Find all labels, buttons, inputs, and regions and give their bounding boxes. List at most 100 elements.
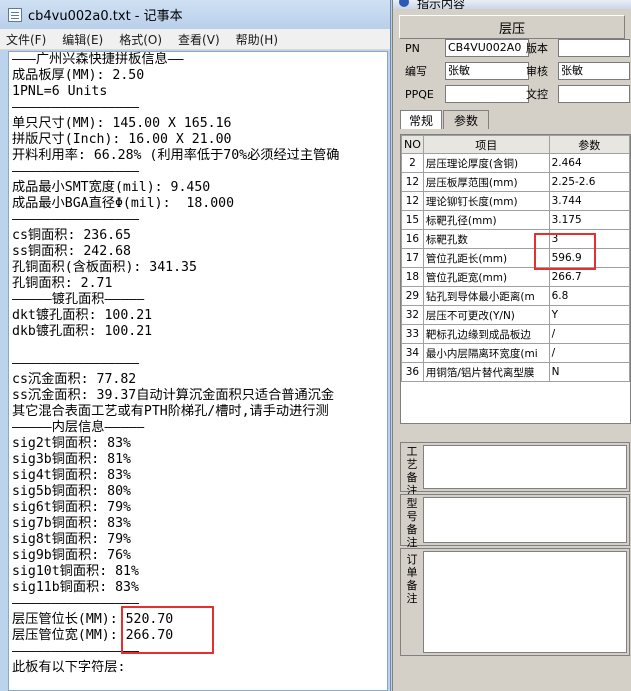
cell-param[interactable]: 3.175 [548,210,630,230]
text-line: ss铜面积: 242.68 [12,244,131,259]
text-line: 单只尺寸(MM): 145.00 X 165.16 [12,116,232,131]
cell-item[interactable]: 管位孔距长(mm) [422,248,550,268]
col-no[interactable]: NO [401,135,424,154]
cell-item[interactable]: 层压不可更改(Y/N) [422,305,550,325]
cell-item[interactable]: 层压理论厚度(含铜) [422,153,550,173]
order-note-block: 订单备注 [400,548,630,656]
text-line: —————镀孔面积————— [12,292,145,307]
cell-param[interactable]: N [548,362,630,382]
cell-param[interactable]: 3.744 [548,191,630,211]
table-row[interactable]: 12 理论铆钉长度(mm) 3.744 [401,191,630,211]
cell-param[interactable]: 266.7 [548,267,630,287]
cell-no[interactable]: 33 [401,324,424,344]
menu-format[interactable]: 格式(O) [119,31,162,48]
menu-view[interactable]: 查看(V) [178,31,220,48]
model-note-field[interactable] [423,497,627,543]
cell-item[interactable]: 标靶孔数 [422,229,550,249]
text-editor[interactable]: ———广州兴森快捷拼板信息—— 成品板厚(MM): 2.50 1PNL=6 Unit… [8,51,388,691]
cell-no[interactable]: 32 [401,305,424,325]
text-line: 拼版尺寸(Inch): 16.00 X 21.00 [12,132,232,147]
menu-help[interactable]: 帮助(H) [236,31,278,48]
menu-edit[interactable]: 编辑(E) [62,31,103,48]
order-note-field[interactable] [423,551,627,653]
table-row[interactable]: 18 管位孔距宽(mm) 266.7 [401,267,630,287]
text-line: ———————————————— [12,644,140,659]
cell-no[interactable]: 29 [401,286,424,306]
table-row[interactable]: 34 最小内层隔离环宽度(mi / [401,343,630,363]
cell-no[interactable]: 36 [401,362,424,382]
cell-no[interactable]: 2 [401,153,424,173]
app-icon [399,0,409,7]
cell-param[interactable]: Y [548,305,630,325]
cell-param[interactable]: 596.9 [548,248,630,268]
cell-item[interactable]: 靶标孔边缘到成品板边 [422,324,550,344]
text-line: 孔铜面积: 2.71 [12,276,113,291]
text-line: 1PNL=6 Units [12,84,108,99]
cell-param[interactable]: / [548,343,630,363]
text-line: sig10t铜面积: 81% [12,564,139,579]
author-field[interactable]: 张敏 [445,62,529,80]
dialog-titlebar[interactable]: 指示内容 [393,0,631,9]
cell-item[interactable]: 管位孔距宽(mm) [422,267,550,287]
cell-no[interactable]: 34 [401,343,424,363]
cell-item[interactable]: 理论铆钉长度(mm) [422,191,550,211]
process-note-field[interactable] [423,445,627,489]
cell-no[interactable]: 12 [401,191,424,211]
text-line: sig9b铜面积: 76% [12,548,131,563]
cell-no[interactable]: 17 [401,248,424,268]
review-field[interactable]: 张敏 [558,62,630,80]
table-row[interactable]: 12 层压板厚范围(mm) 2.25-2.6 [401,172,630,192]
text-line: 层压管位长(MM): 520.70 [12,612,174,627]
text-line: ———————————————— [12,100,140,115]
table-row[interactable]: 17 管位孔距长(mm) 596.9 [401,248,630,268]
ppqe-field[interactable] [445,85,529,103]
table-row[interactable]: 33 靶标孔边缘到成品板边 / [401,324,630,344]
cell-item[interactable]: 层压板厚范围(mm) [422,172,550,192]
col-item[interactable]: 项目 [422,135,550,154]
col-param[interactable]: 参数 [548,135,630,154]
cell-no[interactable]: 15 [401,210,424,230]
cell-item[interactable]: 标靶孔径(mm) [422,210,550,230]
table-row[interactable]: 29 钻孔到导体最小距离(m 6.8 [401,286,630,306]
params-grid: NO 项目 参数 2 层压理论厚度(含铜) 2.464 12 层压板厚范围(mm) 2.2… [400,134,631,424]
cell-param[interactable]: 2.464 [548,153,630,173]
doc-control-label: 文控 [526,88,548,101]
doc-control-field[interactable] [558,85,630,103]
table-row[interactable]: 36 用铜箔/铝片替代离型膜 N [401,362,630,382]
cell-param[interactable]: 2.25-2.6 [548,172,630,192]
pn-row: PN CB4VU002A0 [405,38,529,58]
text-line: sig7b铜面积: 83% [12,516,131,531]
text-line: sig5b铜面积: 80% [12,484,131,499]
tab-general[interactable]: 常规 [400,110,442,129]
table-row[interactable]: 2 层压理论厚度(含铜) 2.464 [401,153,630,173]
text-line: sig3b铜面积: 81% [12,452,131,467]
cell-item[interactable]: 钻孔到导体最小距离(m [422,286,550,306]
cell-item[interactable]: 用铜箔/铝片替代离型膜 [422,362,550,382]
tab-params[interactable]: 参数 [443,110,489,129]
text-line: sig4t铜面积: 83% [12,468,131,483]
table-row[interactable]: 15 标靶孔径(mm) 3.175 [401,210,630,230]
text-line: ———————————————— [12,596,140,611]
pn-field[interactable]: CB4VU002A0 [445,39,529,57]
dialog-title: 指示内容 [417,0,466,9]
version-row: 版本 [526,38,630,58]
notepad-titlebar[interactable]: cb4vu002a0.txt - 记事本 [0,0,390,29]
text-line: sig11b铜面积: 83% [12,580,139,595]
model-note-label: 型号备注 [406,497,418,549]
cell-no[interactable]: 16 [401,229,424,249]
text-line: 此板有以下字符层: [12,660,126,675]
version-field[interactable] [558,39,630,57]
author-row: 编写 张敏 [405,61,529,81]
menu-file[interactable]: 文件(F) [6,31,46,48]
cell-item[interactable]: 最小内层隔离环宽度(mi [422,343,550,363]
cell-param[interactable]: 3 [548,229,630,249]
table-row[interactable]: 16 标靶孔数 3 [401,229,630,249]
review-label: 审核 [526,65,548,78]
cell-no[interactable]: 18 [401,267,424,287]
cell-no[interactable]: 12 [401,172,424,192]
cell-param[interactable]: 6.8 [548,286,630,306]
cell-param[interactable]: / [548,324,630,344]
text-line: dkt镀孔面积: 100.21 [12,308,153,323]
table-row[interactable]: 32 层压不可更改(Y/N) Y [401,305,630,325]
text-line: dkb镀孔面积: 100.21 [12,324,153,339]
